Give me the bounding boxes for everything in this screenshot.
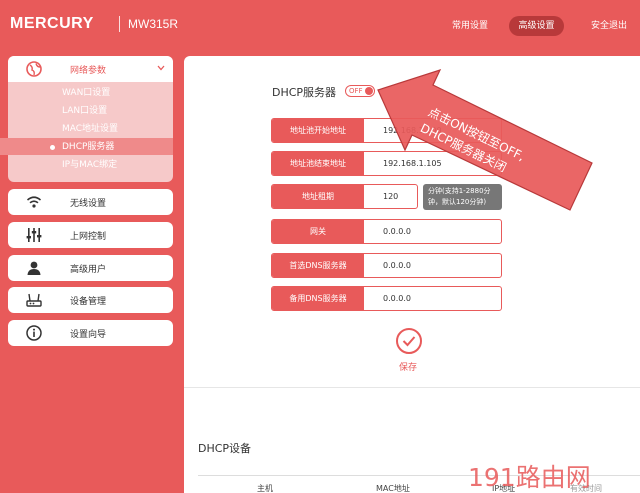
- watermark: 191路由网: [468, 463, 591, 492]
- annotation-arrow-icon: [377, 69, 593, 211]
